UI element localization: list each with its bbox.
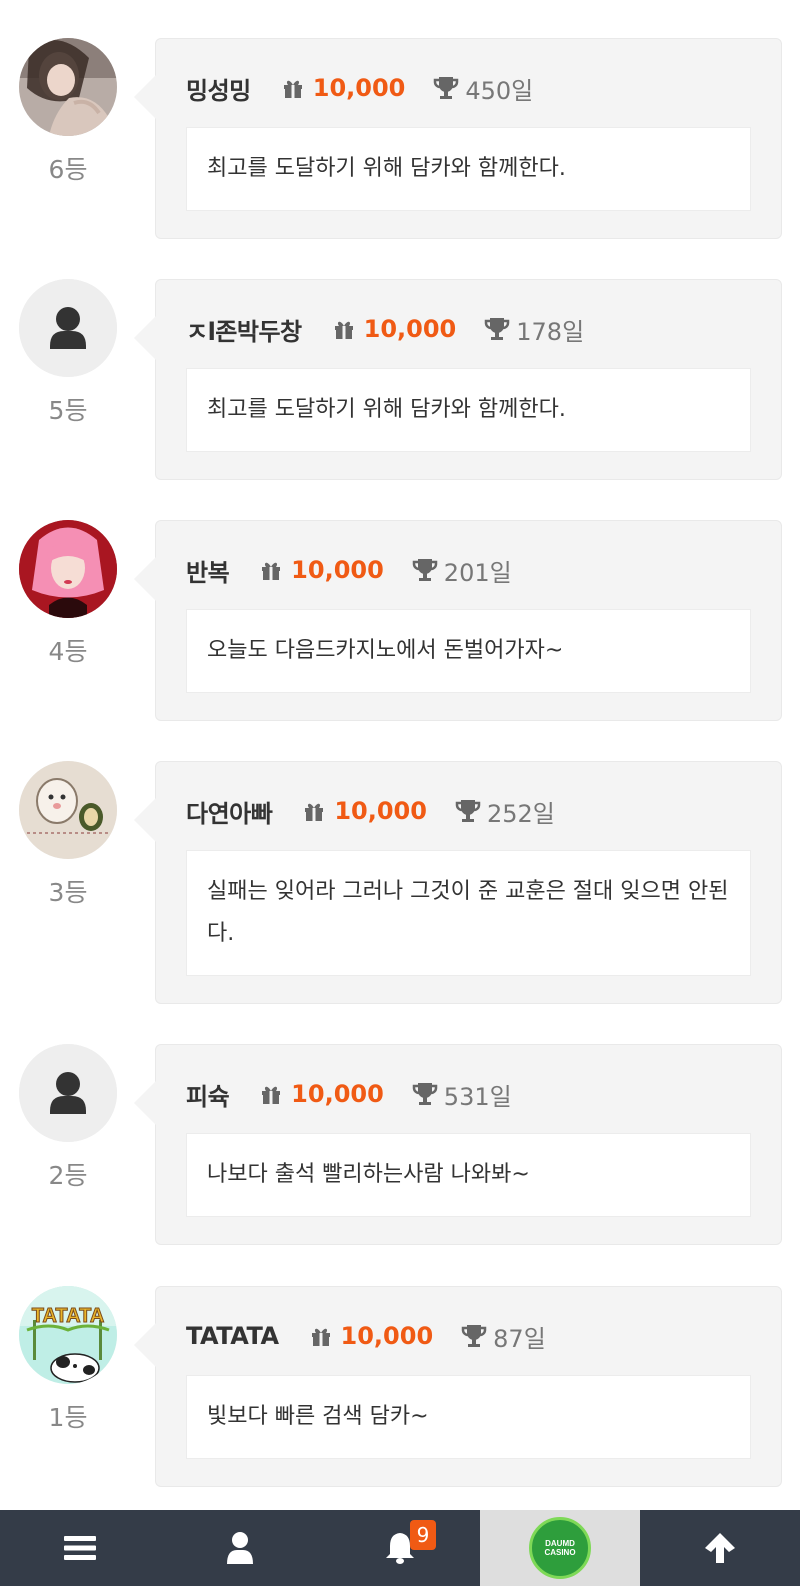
daumd-casino-logo: DAUMD CASINO — [529, 1517, 591, 1579]
gift-icon — [283, 80, 302, 98]
trophy-icon — [455, 800, 481, 822]
trophy-icon — [485, 318, 510, 340]
avatar[interactable] — [19, 761, 117, 859]
user-name[interactable]: 피슉 — [186, 1077, 230, 1112]
message-text: 최고를 도달하기 위해 담카와 함께한다. — [186, 368, 751, 452]
rank-label: 4등 — [48, 637, 88, 666]
gift-icon — [262, 562, 281, 580]
arrow-up-icon — [705, 1533, 735, 1563]
points-value: 10,000 — [312, 74, 406, 102]
default-user-icon — [19, 279, 117, 377]
message-text: 빛보다 빠른 검색 담카~ — [186, 1375, 751, 1459]
message-card: 반복 10,000 201일 오늘도 다음드카지노에서 돈벌어가자~ — [134, 520, 782, 721]
days-count: 201일 — [443, 558, 512, 587]
message-card: 다연아빠 10,000 252일 실패는 잊어라 그러나 그것이 준 교훈은 절… — [134, 761, 782, 1004]
gift-icon — [311, 1328, 330, 1346]
menu-icon — [64, 1536, 96, 1560]
message-text: 오늘도 다음드카지노에서 돈벌어가자~ — [186, 609, 751, 693]
days-count: 450일 — [465, 76, 534, 105]
default-user-icon — [19, 1044, 117, 1142]
gift-icon — [262, 1086, 281, 1104]
trophy-icon — [412, 559, 438, 581]
user-name[interactable]: TATATA — [186, 1322, 279, 1350]
days-count: 252일 — [486, 799, 555, 828]
avatar[interactable] — [19, 279, 117, 377]
points-value: 10,000 — [291, 1080, 384, 1108]
rank-label: 2등 — [48, 1161, 88, 1190]
points-value: 10,000 — [291, 556, 384, 584]
tab-home-logo[interactable]: DAUMD CASINO — [480, 1510, 640, 1586]
tab-scroll-top[interactable] — [640, 1510, 800, 1586]
user-name[interactable]: ㅈl존박두창 — [186, 312, 302, 347]
tab-menu[interactable] — [0, 1510, 160, 1586]
message-text: 나보다 출석 빨리하는사람 나와봐~ — [186, 1133, 751, 1217]
days-count: 531일 — [443, 1082, 512, 1111]
rank-label: 5등 — [48, 396, 88, 425]
points-value: 10,000 — [334, 797, 427, 825]
points-value: 10,000 — [340, 1322, 434, 1350]
message-card: 피슉 10,000 531일 나보다 출석 빨리하는사람 나와봐~ — [134, 1044, 782, 1245]
message-card: ㅈl존박두창 10,000 178일 최고를 도달하기 위해 담카와 함께한다. — [134, 279, 782, 480]
avatar[interactable] — [19, 520, 117, 618]
bottom-tab-bar: 9 DAUMD CASINO — [0, 1510, 800, 1586]
svg-text:TATATA: TATATA — [32, 1305, 105, 1327]
user-name[interactable]: 다연아빠 — [186, 794, 273, 829]
message-card: TATATA 10,000 87일 빛보다 빠른 검색 담카~ — [134, 1286, 782, 1487]
rank-label: 1등 — [48, 1403, 88, 1432]
days-count: 178일 — [516, 317, 585, 346]
message-text: 최고를 도달하기 위해 담카와 함께한다. — [186, 127, 751, 211]
user-name[interactable]: 반복 — [186, 553, 230, 588]
user-icon — [227, 1532, 253, 1564]
tab-profile[interactable] — [160, 1510, 320, 1586]
message-text: 실패는 잊어라 그러나 그것이 준 교훈은 절대 잊으면 안된다. — [186, 850, 751, 976]
notification-badge: 9 — [410, 1520, 436, 1550]
tab-notifications[interactable]: 9 — [320, 1510, 480, 1586]
rank-label: 6등 — [48, 155, 88, 184]
gift-icon — [305, 803, 324, 821]
message-card: 밍성밍 10,000 450일 최고를 도달하기 위해 담카와 함께한다. — [134, 38, 782, 239]
trophy-icon — [461, 1325, 487, 1347]
avatar[interactable]: TATATA — [19, 1286, 117, 1384]
rank-label: 3등 — [48, 878, 88, 907]
avatar[interactable] — [19, 38, 117, 136]
user-name[interactable]: 밍성밍 — [186, 71, 251, 106]
trophy-icon — [434, 77, 459, 99]
points-value: 10,000 — [363, 315, 457, 343]
days-count: 87일 — [493, 1324, 546, 1353]
gift-icon — [334, 321, 353, 339]
trophy-icon — [412, 1083, 438, 1105]
avatar[interactable] — [19, 1044, 117, 1142]
